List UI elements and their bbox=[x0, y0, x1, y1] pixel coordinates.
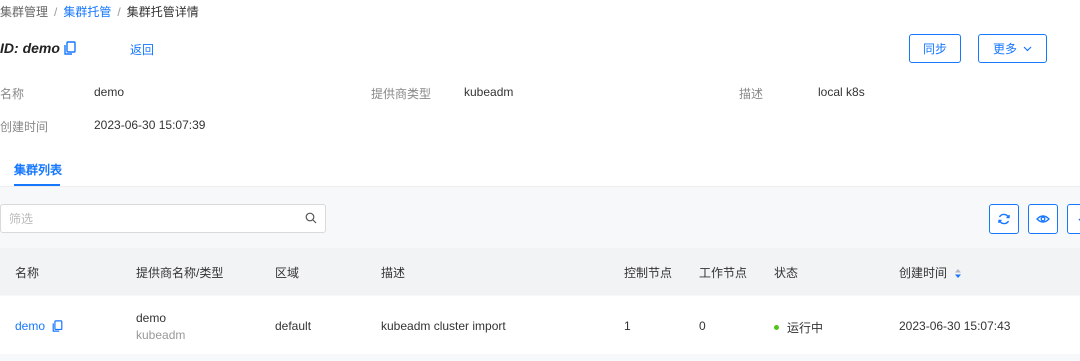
id-label: ID: bbox=[0, 40, 19, 56]
column-visibility-button[interactable] bbox=[1028, 204, 1058, 234]
tab-cluster-list[interactable]: 集群列表 bbox=[14, 161, 62, 178]
refresh-button[interactable] bbox=[989, 204, 1019, 234]
more-button-label: 更多 bbox=[992, 42, 1017, 56]
row-description: kubeadm cluster import bbox=[381, 319, 506, 333]
refresh-icon bbox=[998, 213, 1010, 225]
name-value: demo bbox=[94, 85, 125, 99]
name-label: 名称 bbox=[0, 87, 25, 101]
row-worker-nodes: 0 bbox=[699, 319, 706, 333]
row-status: 运行中 bbox=[774, 319, 823, 336]
row-provider-name: demo bbox=[136, 311, 167, 325]
row-region: default bbox=[275, 319, 312, 333]
breadcrumb-cluster-management[interactable]: 集群管理 bbox=[0, 5, 48, 19]
page-title: ID: demo bbox=[0, 40, 76, 56]
created-value: 2023-06-30 15:07:39 bbox=[94, 118, 206, 132]
column-header-provider: 提供商名称/类型 bbox=[136, 266, 224, 280]
more-button[interactable]: 更多 bbox=[978, 34, 1047, 63]
row-name-cell: demo bbox=[15, 319, 63, 333]
column-header-worker-nodes: 工作节点 bbox=[699, 266, 748, 280]
breadcrumb: 集群管理 / 集群托管 / 集群托管详情 bbox=[0, 3, 199, 20]
provider-type-value: kubeadm bbox=[464, 85, 514, 99]
row-provider-type: kubeadm bbox=[136, 328, 186, 342]
tab-active-indicator bbox=[14, 184, 60, 186]
description-value: local k8s bbox=[818, 85, 865, 99]
status-dot bbox=[774, 325, 779, 330]
breadcrumb-current: 集群托管详情 bbox=[126, 5, 199, 19]
row-created: 2023-06-30 15:07:43 bbox=[899, 319, 1011, 333]
chevron-down-icon bbox=[1023, 46, 1032, 51]
created-label: 创建时间 bbox=[0, 120, 49, 134]
breadcrumb-cluster-hosting[interactable]: 集群托管 bbox=[63, 5, 111, 19]
column-header-status: 状态 bbox=[774, 266, 799, 280]
id-value: demo bbox=[22, 40, 60, 56]
provider-type-label: 提供商类型 bbox=[371, 87, 432, 101]
status-badge: 运行中 bbox=[787, 321, 824, 335]
filter-input[interactable] bbox=[1, 205, 281, 232]
filter-box bbox=[0, 204, 326, 233]
cluster-name-link[interactable]: demo bbox=[15, 319, 45, 333]
column-header-created-label: 创建时间 bbox=[899, 266, 948, 280]
eye-icon bbox=[1036, 215, 1050, 223]
breadcrumb-separator: / bbox=[117, 5, 121, 19]
column-header-description: 描述 bbox=[381, 266, 406, 280]
copy-icon[interactable] bbox=[52, 320, 63, 332]
download-button[interactable] bbox=[1067, 204, 1080, 234]
copy-icon[interactable] bbox=[64, 41, 76, 55]
back-link[interactable]: 返回 bbox=[130, 41, 154, 58]
column-header-created[interactable]: 创建时间 bbox=[899, 264, 962, 281]
column-header-control-nodes: 控制节点 bbox=[624, 266, 673, 280]
breadcrumb-separator: / bbox=[54, 5, 58, 19]
column-header-region: 区域 bbox=[275, 266, 300, 280]
sort-icon[interactable] bbox=[954, 268, 962, 279]
row-control-nodes: 1 bbox=[624, 319, 631, 333]
description-label: 描述 bbox=[739, 87, 764, 101]
column-header-name: 名称 bbox=[15, 266, 40, 280]
sync-button[interactable]: 同步 bbox=[909, 34, 961, 63]
search-icon[interactable] bbox=[305, 212, 317, 224]
download-icon bbox=[1078, 218, 1080, 221]
